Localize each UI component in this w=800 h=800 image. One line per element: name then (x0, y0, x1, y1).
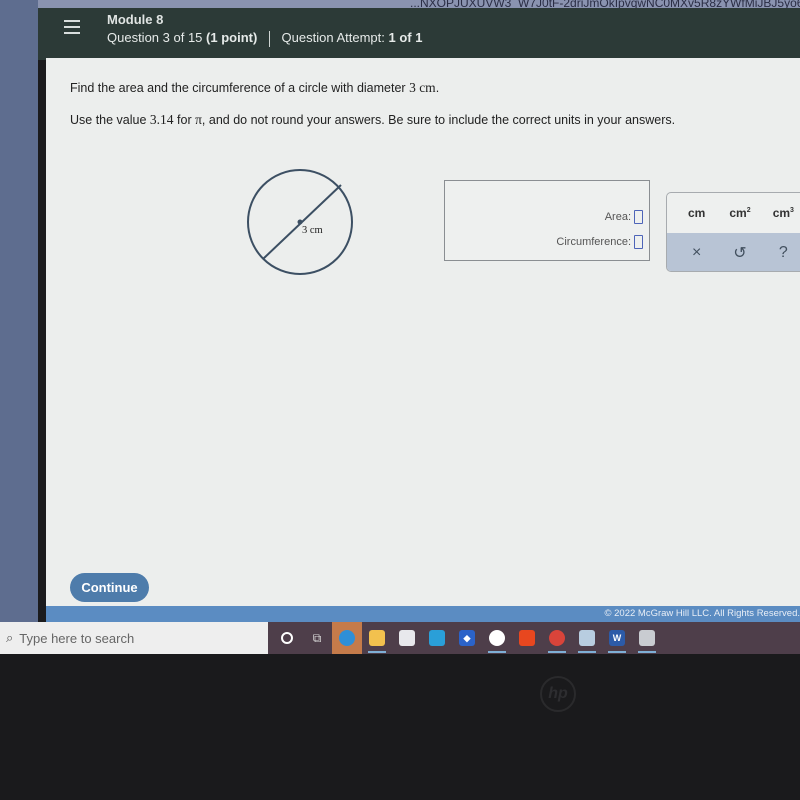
hamburger-icon[interactable] (64, 20, 80, 34)
question-number: Question 3 of 15 (107, 30, 203, 45)
task-view-icon[interactable]: ⧉ (302, 622, 332, 654)
circumference-row: Circumference: (556, 235, 643, 249)
notepad-icon[interactable] (572, 622, 602, 654)
laptop-bezel (0, 654, 800, 800)
attempt-label: Question Attempt: (281, 30, 385, 45)
search-placeholder: Type here to search (19, 630, 135, 646)
app-icon[interactable] (482, 622, 512, 654)
center-point (297, 219, 303, 225)
copyright-text: © 2022 McGraw Hill LLC. All Rights Reser… (604, 608, 800, 619)
area-label: Area: (604, 211, 631, 223)
question-instructions: Use the value 3.14 for π, and do not rou… (70, 112, 675, 128)
circumference-label: Circumference: (556, 236, 631, 248)
clear-icon[interactable]: × (675, 244, 718, 262)
file-explorer-icon[interactable] (362, 622, 392, 654)
taskbar-apps: ⧉ ◆ W (272, 622, 662, 654)
office-icon[interactable] (512, 622, 542, 654)
answer-box: Area: Circumference: (444, 180, 650, 261)
prompt-period: . (435, 81, 440, 95)
screen: ...NXOPJUXUVW3_W7J0tF-2driJmOkIpvqwNC0MX… (0, 0, 800, 800)
instr-text-c: , and do not round your answers. Be sure… (201, 113, 676, 127)
circumference-input[interactable] (634, 235, 643, 249)
word-icon[interactable]: W (602, 622, 632, 654)
attempt-value: 1 of 1 (388, 30, 423, 45)
continue-button[interactable]: Continue (70, 573, 149, 602)
unit-cm2-button[interactable]: cm2 (718, 206, 761, 220)
chrome-icon[interactable] (542, 622, 572, 654)
units-palette: cm cm2 cm3 × ↺ ? (666, 192, 800, 272)
help-icon[interactable]: ? (762, 244, 800, 262)
instr-text-b: for (173, 113, 196, 127)
question-panel: Find the area and the circumference of a… (46, 58, 800, 608)
dropbox-icon[interactable]: ◆ (452, 622, 482, 654)
question-prompt: Find the area and the circumference of a… (70, 80, 439, 96)
assignment-header: Module 8 Question 3 of 15 (1 point) Ques… (38, 8, 800, 60)
cortana-icon[interactable] (272, 622, 302, 654)
mail-icon[interactable] (422, 622, 452, 654)
taskbar-search[interactable]: ⌕ Type here to search (0, 622, 268, 654)
unit-power: 3 (790, 207, 794, 214)
pi-value: 3.14 (149, 112, 174, 127)
question-points: (1 point) (206, 30, 258, 45)
unit-cm3-button[interactable]: cm3 (762, 206, 800, 220)
undo-icon[interactable]: ↺ (718, 243, 761, 263)
unit-cm3-label: cm (772, 206, 791, 220)
unit-cm2-label: cm (729, 206, 747, 220)
circle-diagram: 3 cm (247, 169, 353, 275)
instr-text-a: Use the value (70, 113, 150, 127)
printer-icon[interactable] (632, 622, 662, 654)
footer-bar: © 2022 McGraw Hill LLC. All Rights Reser… (46, 606, 800, 622)
area-row: Area: (605, 210, 643, 224)
divider (268, 30, 270, 47)
windows-taskbar: ⌕ Type here to search ⧉ ◆ W (0, 622, 800, 654)
module-title: Module 8 (107, 12, 164, 27)
window-left-edge (0, 0, 38, 630)
diameter-label: 3 cm (302, 225, 323, 236)
hp-logo-icon: hp (540, 676, 576, 712)
prompt-text: Find the area and the circumference of a… (70, 81, 410, 95)
search-icon: ⌕ (6, 630, 14, 645)
pi-symbol: π (195, 112, 202, 127)
diameter-value: 3 cm (409, 80, 436, 95)
unit-cm-button[interactable]: cm (675, 206, 718, 220)
url-text: ...NXOPJUXUVW3_W7J0tF-2driJmOkIpvqwNC0MX… (410, 0, 800, 10)
store-icon[interactable] (392, 622, 422, 654)
unit-power: 2 (746, 207, 751, 214)
area-input[interactable] (634, 210, 643, 224)
question-info: Question 3 of 15 (1 point) Question Atte… (107, 30, 422, 47)
unit-cm-label: cm (687, 206, 706, 220)
edge-icon[interactable] (332, 622, 362, 654)
